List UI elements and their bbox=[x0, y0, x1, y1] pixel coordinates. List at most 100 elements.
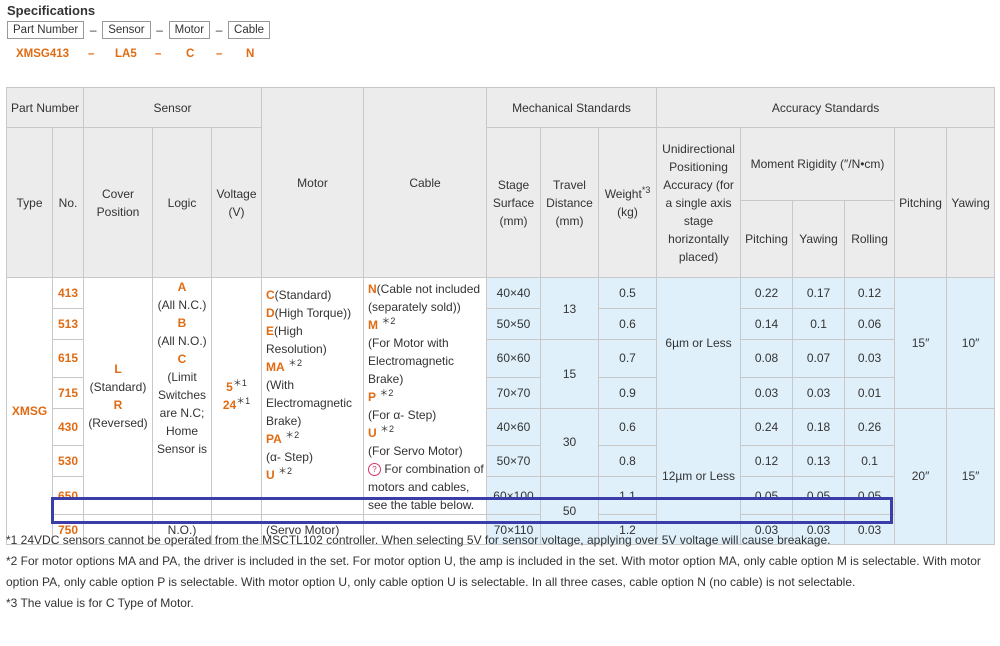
logic-cell: A (All N.C.) B (All N.O.) C (Limit Switches… bbox=[152, 277, 212, 515]
header-pitching-angle: Pitching bbox=[894, 127, 948, 278]
footnotes: *1 24VDC sensors cannot be operated from… bbox=[6, 530, 991, 614]
header-sensor: Sensor bbox=[83, 87, 262, 128]
weight-cell: 0.5 bbox=[597, 277, 658, 309]
weight-cell: 0.8 bbox=[597, 445, 658, 478]
stage-surface-cell: 50×50 bbox=[486, 308, 541, 340]
moment-pitching-cell: 0.08 bbox=[740, 339, 794, 378]
travel-distance-cell: 13 bbox=[540, 277, 599, 340]
info-icon: ? bbox=[368, 463, 381, 477]
header-cover-position: Cover Position bbox=[83, 127, 153, 278]
angle-pitching-cell: 15″ bbox=[894, 277, 948, 409]
moment-pitching-cell: 0.22 bbox=[740, 277, 794, 309]
motor-options-cell: C(Standard) D(High Torque)) E(High Resol… bbox=[261, 277, 364, 515]
cable-code: N bbox=[246, 48, 255, 60]
accuracy-cell: 12µm or Less bbox=[656, 407, 742, 546]
stage-surface-cell: 50×70 bbox=[486, 445, 541, 478]
moment-pitching-cell: 0.05 bbox=[740, 476, 794, 515]
part-no-cell: 715 bbox=[52, 376, 84, 409]
header-voltage: Voltage (V) bbox=[211, 127, 262, 278]
moment-rolling-cell: 0.26 bbox=[844, 407, 896, 447]
voltage-cell: 5＊1 24＊1 bbox=[211, 277, 262, 515]
travel-distance-cell: 30 bbox=[540, 407, 599, 478]
moment-yawing-cell: 0.17 bbox=[792, 277, 846, 309]
part-number-code: XMSG413 bbox=[16, 48, 70, 60]
weight-cell: 0.6 bbox=[597, 308, 658, 340]
specifications-title: Specifications bbox=[7, 3, 96, 18]
header-part-number: Part Number bbox=[6, 87, 84, 128]
cable-label: Cable bbox=[228, 21, 271, 39]
stage-surface-cell: 40×40 bbox=[486, 277, 541, 309]
part-no-cell: 530 bbox=[52, 445, 84, 478]
moment-rolling-cell: 0.1 bbox=[844, 445, 896, 478]
header-moment-pitching: Pitching bbox=[740, 200, 794, 278]
moment-yawing-cell: 0.03 bbox=[792, 376, 846, 409]
header-weight: Weight*3 (kg) bbox=[597, 127, 658, 278]
header-unidirectional-accuracy: Unidirectional Positioning Accuracy (for… bbox=[656, 127, 742, 278]
stage-surface-cell: 60×100 bbox=[486, 476, 541, 515]
accuracy-cell: 6µm or Less bbox=[656, 277, 742, 409]
cable-options-cell: N(Cable not included (separately sold)) … bbox=[363, 277, 487, 515]
header-type: Type bbox=[6, 127, 53, 278]
weight-cell: 0.6 bbox=[597, 407, 658, 447]
angle-yawing-cell: 10″ bbox=[946, 277, 996, 409]
specifications-table: Part Number Sensor Motor Cable Mechanica… bbox=[6, 87, 996, 546]
code-dash: – bbox=[155, 48, 162, 60]
moment-pitching-cell: 0.24 bbox=[740, 407, 794, 447]
weight-cell: 0.9 bbox=[597, 376, 658, 409]
moment-pitching-cell: 0.03 bbox=[740, 376, 794, 409]
part-number-dash: – bbox=[215, 23, 223, 37]
weight-cell: 1.1 bbox=[597, 476, 658, 515]
moment-yawing-cell: 0.1 bbox=[792, 308, 846, 340]
part-number-dash: – bbox=[89, 23, 97, 37]
sensor-label: Sensor bbox=[102, 21, 151, 39]
part-no-cell: 413 bbox=[52, 277, 84, 309]
angle-pitching-cell: 20″ bbox=[894, 407, 948, 546]
moment-rolling-cell: 0.03 bbox=[844, 339, 896, 378]
header-moment-yawing: Yawing bbox=[792, 200, 846, 278]
angle-yawing-cell: 15″ bbox=[946, 407, 996, 546]
stage-surface-cell: 60×60 bbox=[486, 339, 541, 378]
code-dash: – bbox=[88, 48, 95, 60]
header-motor: Motor bbox=[261, 87, 364, 278]
footnote-1: *1 24VDC sensors cannot be operated from… bbox=[6, 533, 831, 547]
part-no-cell: 615 bbox=[52, 339, 84, 378]
part-no-cell: 650 bbox=[52, 476, 84, 515]
part-no-cell: 430 bbox=[52, 407, 84, 447]
type-cell: XMSG bbox=[6, 277, 53, 545]
cover-position-cell: L (Standard) R (Reversed) bbox=[83, 277, 153, 515]
weight-cell: 0.7 bbox=[597, 339, 658, 378]
header-stage-surface: Stage Surface (mm) bbox=[486, 127, 541, 278]
sensor-code: LA5 bbox=[115, 48, 137, 60]
part-no-cell: 513 bbox=[52, 308, 84, 340]
moment-pitching-cell: 0.12 bbox=[740, 445, 794, 478]
header-moment-rolling: Rolling bbox=[844, 200, 896, 278]
part-number-builder: Part Number – Sensor – Motor – Cable bbox=[7, 21, 271, 39]
stage-surface-cell: 40×60 bbox=[486, 407, 541, 447]
header-cable: Cable bbox=[363, 87, 487, 278]
part-number-dash: – bbox=[156, 23, 163, 37]
moment-rolling-cell: 0.12 bbox=[844, 277, 896, 309]
moment-yawing-cell: 0.18 bbox=[792, 407, 846, 447]
part-number-label: Part Number bbox=[7, 21, 85, 39]
stage-surface-cell: 70×70 bbox=[486, 376, 541, 409]
code-dash: – bbox=[216, 48, 223, 60]
footnote-3: *3 The value is for C Type of Motor. bbox=[6, 596, 194, 610]
header-travel-distance: Travel Distance (mm) bbox=[540, 127, 599, 278]
header-mechanical-standards: Mechanical Standards bbox=[485, 87, 658, 128]
moment-rolling-cell: 0.06 bbox=[844, 308, 896, 340]
header-no: No. bbox=[52, 127, 84, 278]
motor-code: C bbox=[186, 48, 195, 60]
moment-yawing-cell: 0.05 bbox=[792, 476, 846, 515]
travel-distance-cell: 15 bbox=[540, 339, 599, 409]
header-logic: Logic bbox=[152, 127, 212, 278]
footnote-2: *2 For motor options MA and PA, the driv… bbox=[6, 554, 981, 589]
motor-label: Motor bbox=[168, 21, 211, 39]
moment-pitching-cell: 0.14 bbox=[740, 308, 794, 340]
moment-yawing-cell: 0.13 bbox=[792, 445, 846, 478]
header-accuracy-standards: Accuracy Standards bbox=[656, 87, 996, 128]
moment-rolling-cell: 0.05 bbox=[844, 476, 896, 515]
header-yawing-angle: Yawing bbox=[946, 127, 996, 278]
moment-rolling-cell: 0.01 bbox=[844, 376, 896, 409]
moment-yawing-cell: 0.07 bbox=[792, 339, 846, 378]
header-moment-rigidity: Moment Rigidity (″/N•cm) bbox=[740, 127, 896, 201]
